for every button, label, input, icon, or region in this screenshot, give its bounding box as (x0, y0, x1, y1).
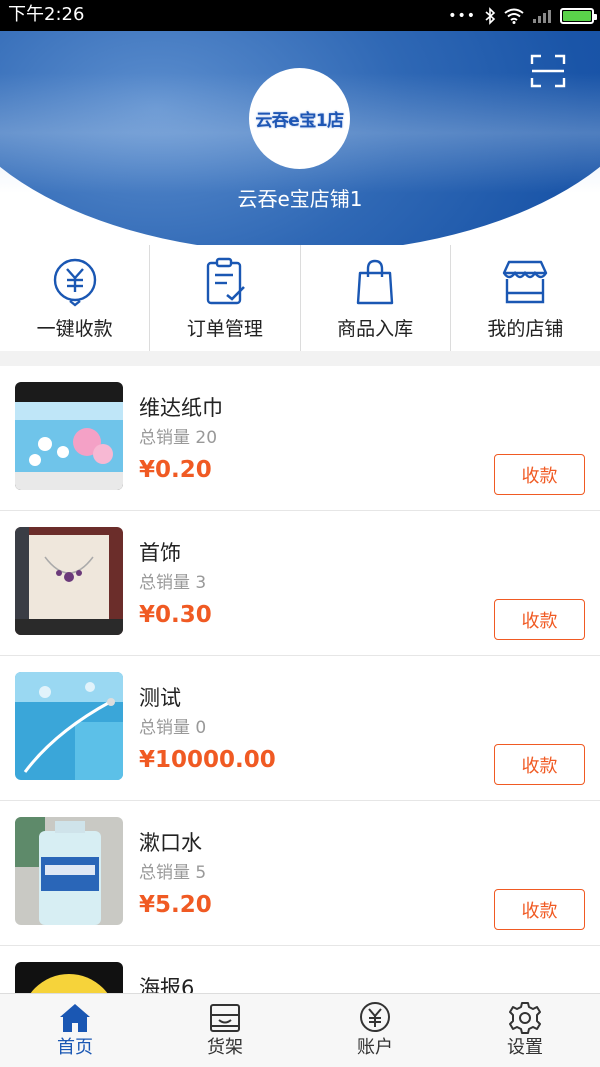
product-name: 维达纸巾 (139, 396, 223, 420)
collect-button[interactable]: 收款 (494, 599, 585, 640)
quick-action-label: 我的店铺 (487, 318, 564, 340)
tab-shelf[interactable]: 货架 (150, 994, 300, 1067)
status-icons: ••• (448, 6, 597, 26)
storefront-icon (503, 260, 548, 304)
product-row[interactable]: 测试 总销量 0 ¥10000.00 收款 (0, 656, 600, 801)
quick-action-label: 订单管理 (186, 318, 263, 340)
scan-icon[interactable] (530, 53, 566, 89)
tab-label: 货架 (207, 1037, 243, 1058)
status-bar: 下午2:26 ••• (0, 0, 600, 31)
home-icon (60, 1004, 90, 1032)
notification-dots-icon: ••• (448, 8, 476, 24)
collect-button[interactable]: 收款 (494, 889, 585, 930)
product-thumbnail (15, 817, 123, 925)
product-price: ¥0.30 (139, 602, 212, 628)
product-sales: 总销量 0 (139, 718, 207, 738)
shop-avatar[interactable]: 云吞e宝1店 (249, 68, 350, 169)
shop-header: 云吞e宝1店 云吞e宝店铺1 (0, 31, 600, 253)
tab-label: 首页 (57, 1037, 93, 1058)
product-sales: 总销量 5 (139, 863, 207, 883)
collect-button[interactable]: 收款 (494, 744, 585, 785)
avatar-logo-text: 云吞e宝1店 (255, 111, 344, 131)
tab-label: 设置 (507, 1037, 543, 1058)
tab-label: 账户 (357, 1037, 393, 1058)
product-thumbnail (15, 382, 123, 490)
product-sales: 总销量 3 (139, 573, 207, 593)
wifi-icon (504, 8, 524, 24)
collect-button[interactable]: 收款 (494, 454, 585, 495)
product-row[interactable]: 漱口水 总销量 5 ¥5.20 收款 (0, 801, 600, 946)
product-thumbnail (15, 527, 123, 635)
product-name: 漱口水 (139, 831, 202, 855)
tab-home[interactable]: 首页 (0, 994, 150, 1067)
quick-action-stock-in[interactable]: 商品入库 (301, 245, 451, 351)
status-time: 下午2:26 (8, 4, 85, 25)
quick-action-orders[interactable]: 订单管理 (150, 245, 301, 351)
product-price: ¥0.20 (139, 457, 212, 483)
product-row[interactable]: 海报6 (0, 946, 600, 993)
bottom-tab-bar: 首页 货架 账户 设置 (0, 993, 600, 1067)
shopping-bag-icon (356, 259, 394, 305)
clipboard-check-icon (206, 257, 245, 305)
bluetooth-icon (485, 7, 496, 25)
quick-action-collect[interactable]: 一键收款 (0, 245, 151, 351)
quick-actions: 一键收款 订单管理 商品入库 我的店铺 (0, 245, 600, 351)
product-row[interactable]: 首饰 总销量 3 ¥0.30 收款 (0, 511, 600, 656)
product-thumbnail (15, 962, 123, 993)
product-name: 首饰 (139, 541, 181, 565)
product-list: 维达纸巾 总销量 20 ¥0.20 收款 首饰 总销量 3 ¥0.30 收款 测… (0, 366, 600, 993)
shop-name: 云吞e宝店铺1 (237, 187, 363, 211)
quick-action-label: 一键收款 (36, 318, 113, 340)
signal-icon (533, 10, 551, 23)
tab-settings[interactable]: 设置 (450, 994, 600, 1067)
quick-action-label: 商品入库 (337, 318, 414, 340)
quick-action-my-store[interactable]: 我的店铺 (451, 245, 600, 351)
tab-account[interactable]: 账户 (300, 994, 450, 1067)
product-row[interactable]: 维达纸巾 总销量 20 ¥0.20 收款 (0, 366, 600, 511)
product-price: ¥10000.00 (139, 747, 276, 773)
yen-circle-icon (360, 1002, 390, 1032)
product-name: 测试 (139, 686, 181, 710)
shelf-icon (210, 1004, 240, 1032)
product-name: 海报6 (139, 976, 195, 993)
product-thumbnail (15, 672, 123, 780)
yen-circle-icon (53, 258, 96, 307)
product-sales: 总销量 20 (139, 428, 218, 448)
product-price: ¥5.20 (139, 892, 212, 918)
gear-icon (509, 1002, 541, 1034)
battery-icon (560, 8, 597, 24)
